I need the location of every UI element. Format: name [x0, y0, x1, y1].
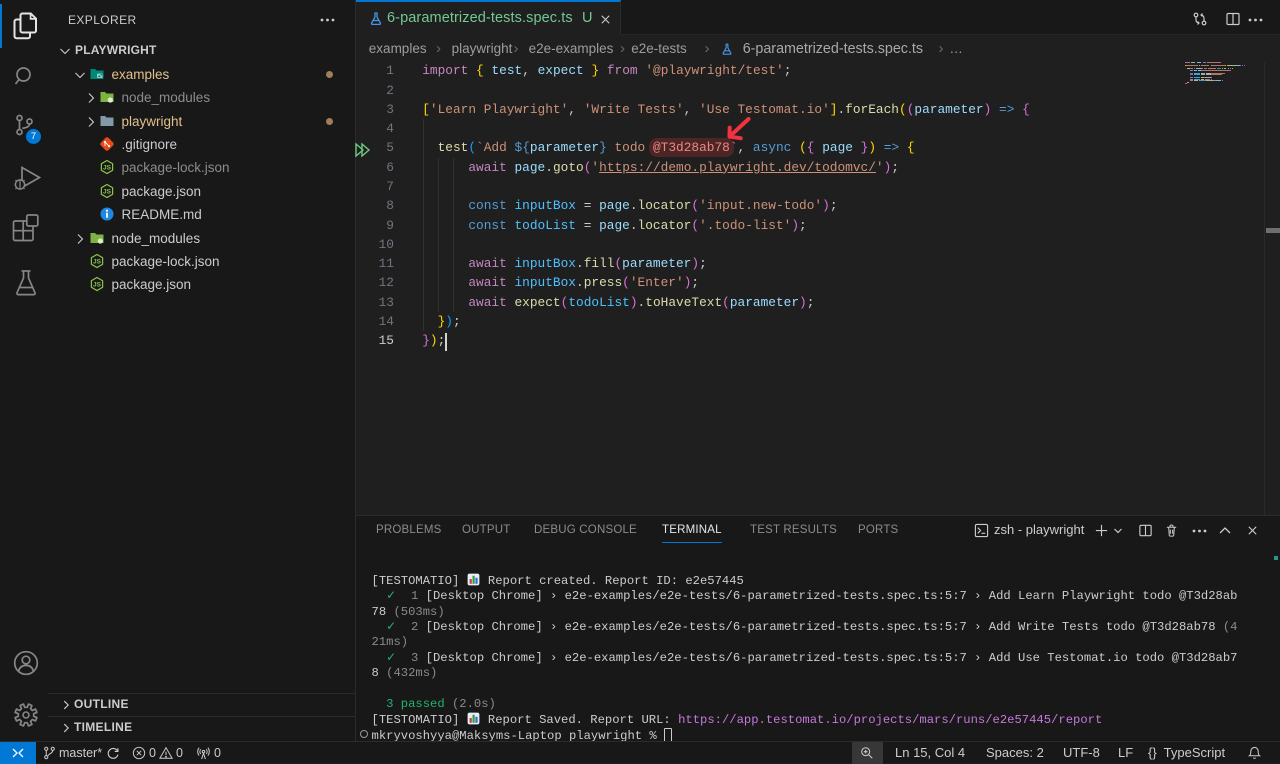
svg-text:JS: JS — [93, 259, 102, 266]
svg-text:JS: JS — [93, 282, 102, 289]
svg-text:JS: JS — [103, 165, 112, 172]
svg-text:JS: JS — [103, 188, 112, 195]
